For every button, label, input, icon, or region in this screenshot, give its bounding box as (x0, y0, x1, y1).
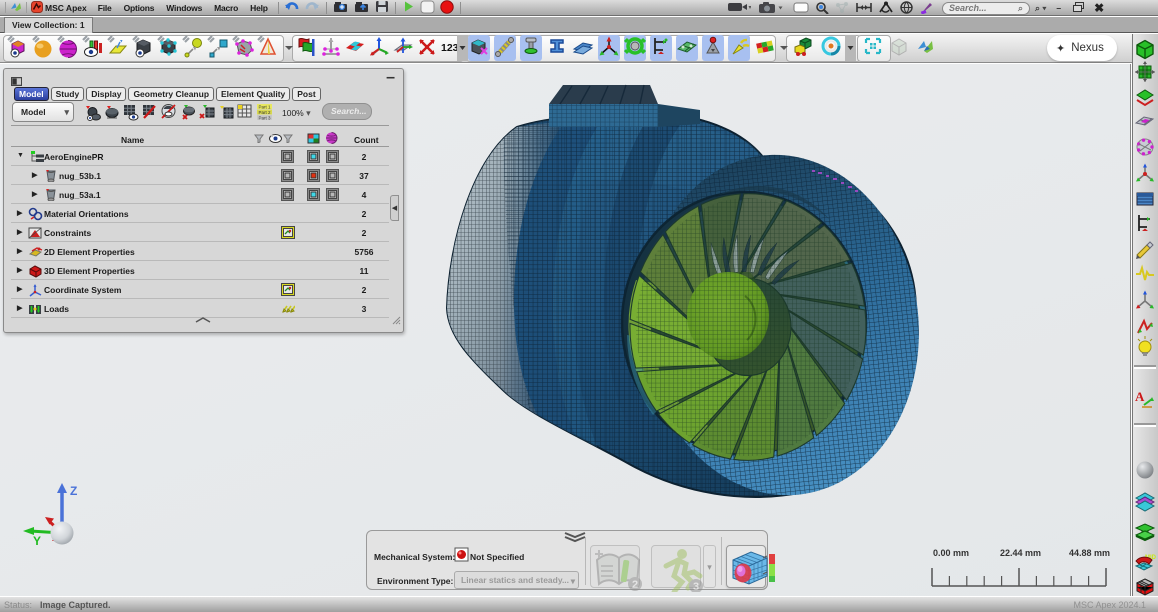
svg-text:A: A (1135, 389, 1145, 404)
svg-text:Z: Z (70, 484, 77, 498)
svg-text:Y: Y (33, 534, 41, 548)
svg-text:Part 3: Part 3 (259, 116, 272, 121)
svg-text:Part 1: Part 1 (259, 105, 272, 110)
svg-text:Part 2: Part 2 (259, 110, 272, 115)
svg-text:2: 2 (632, 579, 638, 591)
svg-text:3: 3 (693, 581, 699, 592)
